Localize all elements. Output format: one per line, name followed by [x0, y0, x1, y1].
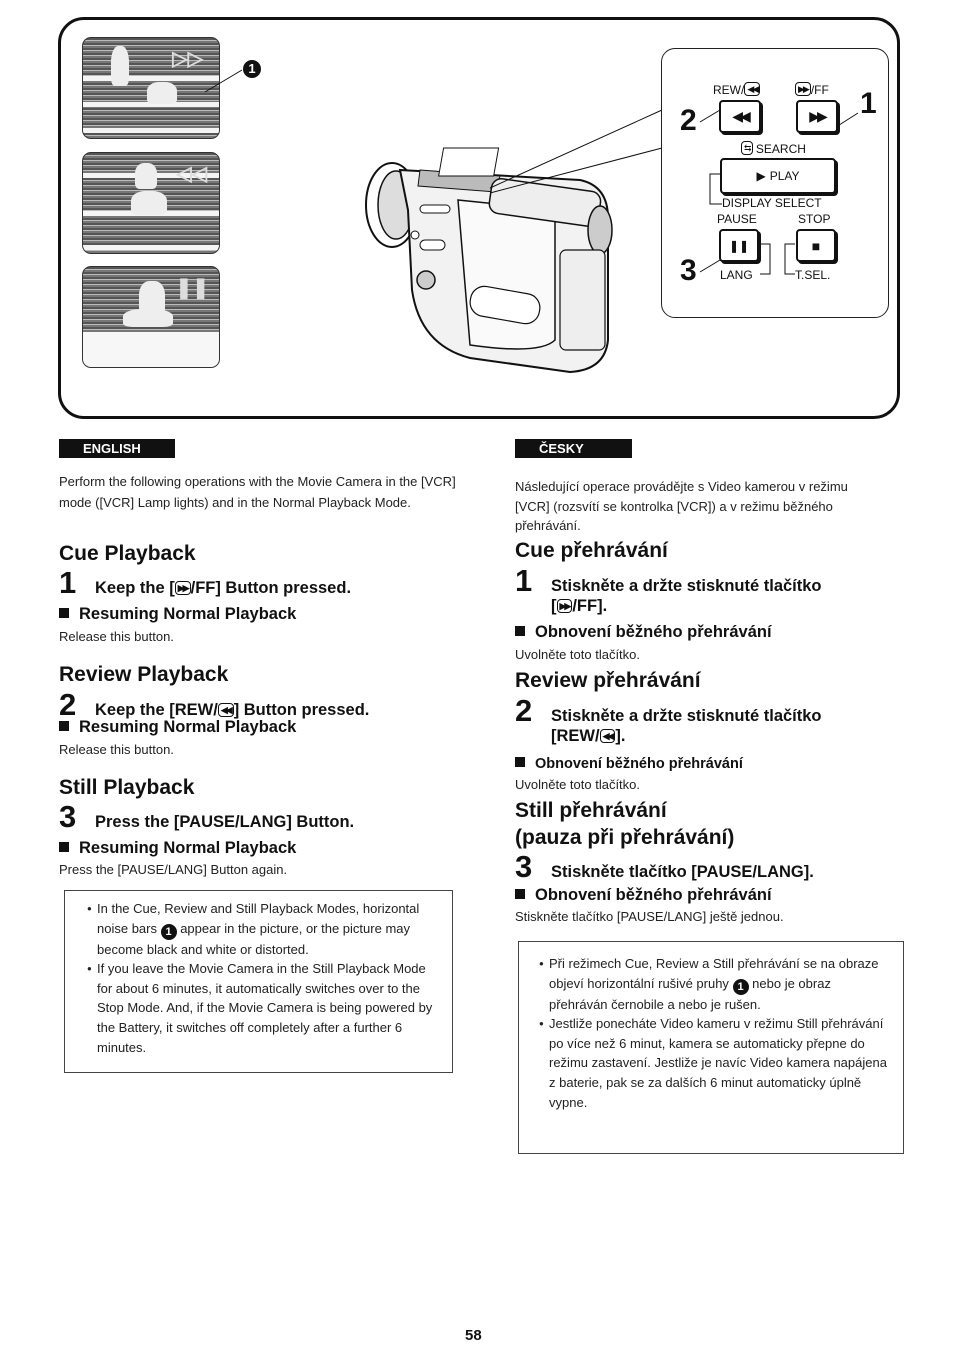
- square-bullet-icon: [59, 842, 69, 852]
- ff-overlay-icon: ▷▷: [172, 48, 203, 70]
- czech-cue-title: Cue přehrávání: [515, 539, 668, 562]
- callout-marker-1: 1: [160, 923, 177, 940]
- still-playback-thumbnail: ❚❚: [82, 266, 220, 368]
- czech-cue-step: 1 Stiskněte a držte stisknuté tlačítko […: [515, 563, 822, 615]
- english-cue-resume-text: Release this button.: [59, 629, 174, 644]
- square-bullet-icon: [59, 721, 69, 731]
- step-number-1: 1: [860, 87, 877, 120]
- english-review-resume-heading: Resuming Normal Playback: [59, 718, 296, 737]
- step-number: 3: [515, 849, 533, 884]
- english-notes-box: In the Cue, Review and Still Playback Mo…: [64, 890, 453, 1073]
- english-still-resume-text: Press the [PAUSE/LANG] Button again.: [59, 862, 288, 877]
- english-still-title: Still Playback: [59, 776, 195, 799]
- callout-marker-1: 1: [732, 978, 749, 995]
- english-section-badge: ENGLISH: [59, 439, 175, 458]
- czech-section-badge: ČESKY: [515, 439, 632, 458]
- english-cue-resume-heading: Resuming Normal Playback: [59, 605, 296, 624]
- czech-review-title: Review přehrávání: [515, 669, 701, 692]
- english-review-title: Review Playback: [59, 663, 229, 686]
- english-cue-title: Cue Playback: [59, 542, 196, 565]
- czech-still-title-line1: Still přehrávání: [515, 799, 667, 822]
- czech-cue-resume-heading: Obnovení běžného přehrávání: [515, 623, 772, 642]
- step-number: 1: [59, 565, 77, 600]
- play-icon: ▶: [756, 169, 766, 183]
- square-bullet-icon: [515, 757, 525, 767]
- czech-notes-box: Při režimech Cue, Review a Still přehráv…: [518, 941, 904, 1154]
- english-review-resume-text: Release this button.: [59, 742, 174, 757]
- rew-label: REW/◀◀: [713, 82, 761, 97]
- step-number-2: 2: [680, 104, 697, 137]
- leader-1: [835, 112, 859, 128]
- small-rew-icon: ◀◀: [744, 82, 761, 96]
- play-button[interactable]: ▶ PLAY: [720, 158, 836, 194]
- ff-icon: ▶▶: [174, 581, 191, 595]
- czech-note-2: Jestliže ponecháte Video kameru v režimu…: [539, 1014, 893, 1112]
- czech-still-step: 3 Stiskněte tlačítko [PAUSE/LANG].: [515, 849, 814, 884]
- square-bullet-icon: [515, 889, 525, 899]
- step-number: 3: [59, 799, 77, 834]
- callout-marker-1: 1: [243, 60, 261, 78]
- czech-cue-resume-text: Uvolněte toto tlačítko.: [515, 647, 641, 662]
- button-panel-closeup: REW/◀◀ ▶▶/FF 2 ◀◀ ▶▶ 1 ⇆ SEARCH ▶ PLAY D…: [661, 48, 889, 318]
- page-number: 58: [465, 1327, 482, 1344]
- pause-lang-button[interactable]: ❚❚: [719, 229, 759, 262]
- step-number: 2: [515, 693, 533, 728]
- small-ff-icon: ▶▶: [795, 82, 811, 96]
- ff-icon: ▶▶: [809, 108, 827, 124]
- display-select-label: DISPLAY SELECT: [722, 196, 822, 210]
- pause-overlay-icon: ❚❚: [175, 277, 209, 299]
- english-intro: Perform the following operations with th…: [59, 474, 456, 510]
- ff-button[interactable]: ▶▶: [796, 100, 838, 133]
- rew-icon: ◀◀: [599, 729, 616, 743]
- lang-bracket: [760, 243, 771, 275]
- czech-note-1: Při režimech Cue, Review a Still přehráv…: [539, 954, 893, 1014]
- rew-button[interactable]: ◀◀: [719, 100, 761, 133]
- stop-button[interactable]: ■: [796, 229, 836, 262]
- review-playback-thumbnail: ◁◁: [82, 152, 220, 254]
- czech-intro: Následující operace provádějte s Video k…: [515, 479, 848, 533]
- ff-icon: ▶▶: [556, 599, 573, 613]
- english-still-step: 3 Press the [PAUSE/LANG] Button.: [59, 799, 355, 834]
- czech-review-resume-heading: Obnovení běžného přehrávání: [515, 756, 743, 772]
- tsel-label: T.SEL.: [795, 268, 831, 282]
- pause-label: PAUSE: [717, 212, 757, 226]
- english-note-2: If you leave the Movie Camera in the Sti…: [87, 959, 444, 1057]
- lang-label: LANG: [720, 268, 753, 282]
- rew-icon: ◀◀: [217, 703, 234, 717]
- pause-icon: ❚❚: [728, 238, 750, 253]
- rew-icon: ◀◀: [732, 108, 750, 124]
- czech-review-step: 2 Stiskněte a držte stisknuté tlačítko […: [515, 693, 822, 745]
- stop-label: STOP: [798, 212, 831, 226]
- czech-still-title-line2: (pauza při přehrávání): [515, 826, 735, 849]
- step-number: 1: [515, 563, 533, 598]
- search-icon: ⇆: [741, 141, 753, 155]
- english-cue-step: 1 Keep the [▶▶/FF] Button pressed.: [59, 565, 352, 600]
- czech-review-resume-text: Uvolněte toto tlačítko.: [515, 777, 641, 792]
- square-bullet-icon: [59, 608, 69, 618]
- search-label: ⇆ SEARCH: [741, 141, 806, 156]
- panel-leader-lines: [489, 109, 663, 194]
- rew-overlay-icon: ◁◁: [176, 163, 207, 185]
- english-note-1: In the Cue, Review and Still Playback Mo…: [87, 899, 444, 959]
- czech-still-resume-text: Stiskněte tlačítko [PAUSE/LANG] ještě je…: [515, 909, 784, 924]
- step-number-3: 3: [680, 254, 697, 287]
- ff-label: ▶▶/FF: [795, 82, 829, 97]
- stop-icon: ■: [811, 237, 821, 254]
- square-bullet-icon: [515, 626, 525, 636]
- czech-still-resume-heading: Obnovení běžného přehrávání: [515, 886, 772, 905]
- english-still-resume-heading: Resuming Normal Playback: [59, 839, 296, 858]
